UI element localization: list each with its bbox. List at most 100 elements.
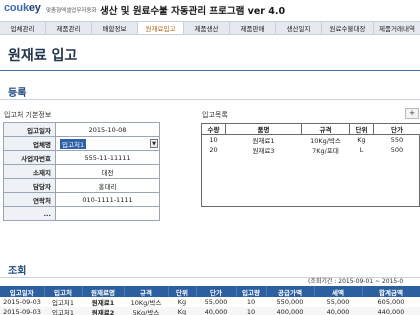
cell-price: 55,000 <box>196 297 236 307</box>
brand-logo: coukey <box>4 2 41 14</box>
col-qty: 수량 <box>201 123 226 135</box>
form-row-phone: 연락처 010-1111-1111 <box>3 192 160 207</box>
item-name[interactable]: 원재료1 <box>226 135 302 145</box>
company-name-label: 업체명 <box>3 136 56 151</box>
cell-supplier: 입고처1 <box>44 297 82 307</box>
app-title: 생산 및 원료수불 자동관리 프로그램 ver 4.0 <box>100 6 286 17</box>
supplier-form: 입고일자 2015-10-08 업체명 입고처1 ▼ 사업자번호 555-11-… <box>3 122 160 221</box>
title-divider <box>0 70 420 71</box>
form-row-contact-person: 담당자 홍대리 <box>3 178 160 193</box>
item-qty[interactable]: 20 <box>202 145 226 155</box>
business-number-label: 사업자번호 <box>3 150 56 165</box>
cell-supply: 550,000 <box>266 297 314 307</box>
cell-unit: Kg <box>168 297 196 307</box>
chevron-down-icon[interactable]: ▼ <box>150 139 158 148</box>
form-row-date: 입고일자 2015-10-08 <box>3 122 160 137</box>
more-label: ... <box>3 206 56 221</box>
item-spec[interactable]: 10Kg/박스 <box>302 135 350 145</box>
phone-field[interactable]: 010-1111-1111 <box>55 192 160 207</box>
cell-spec: 10Kg/박스 <box>124 297 168 307</box>
form-row-bizno: 사업자번호 555-11-11111 <box>3 150 160 165</box>
cell-qty: 10 <box>236 307 266 315</box>
form-row-company: 업체명 입고처1 ▼ <box>3 136 160 151</box>
cell-material: 원재료2 <box>82 307 124 315</box>
receipt-date-field[interactable]: 2015-10-08 <box>55 122 160 137</box>
item-name[interactable]: 원재료3 <box>226 145 302 155</box>
page-title: 원재료 입고 <box>8 48 78 64</box>
items-grid: 수량 품명 규격 단위 단가 10 원재료1 10Kg/박스 Kg 550 20… <box>201 123 420 155</box>
items-header-row: 수량 품명 규격 단위 단가 <box>201 123 420 135</box>
item-price[interactable]: 500 <box>374 145 420 155</box>
col-unit: 단위 <box>349 123 374 135</box>
more-field[interactable] <box>55 206 160 221</box>
cell-price: 40,000 <box>196 307 236 315</box>
receipt-date-label: 입고일자 <box>3 122 56 137</box>
item-price[interactable]: 550 <box>374 135 420 146</box>
add-item-button[interactable]: + <box>405 108 419 119</box>
form-row-more: ... <box>3 206 160 221</box>
location-field[interactable]: 대전 <box>55 164 160 179</box>
items-heading: 입고목록 <box>202 111 228 119</box>
form-row-location: 소재지 대전 <box>3 164 160 179</box>
cell-spec: 5Kg/박스 <box>124 307 168 315</box>
item-unit[interactable]: L <box>350 145 374 155</box>
cell-supply: 400,000 <box>266 307 314 315</box>
phone-label: 연락처 <box>3 192 56 207</box>
contact-person-label: 담당자 <box>3 178 56 193</box>
history-header-row: 입고일자 입고처 원재료명 규격 단위 단가 입고량 공급가액 세액 합계금액 <box>0 286 420 297</box>
contact-person-field[interactable]: 홍대리 <box>55 178 160 193</box>
register-divider <box>0 99 420 100</box>
cell-qty: 10 <box>236 297 266 307</box>
col-received-qty: 입고량 <box>236 286 267 297</box>
supplier-info-heading: 입고처 기본정보 <box>4 111 52 119</box>
tab-production-log[interactable]: 생산일지 <box>276 22 322 34</box>
cell-tax: 55,000 <box>314 297 362 307</box>
tab-material-ledger[interactable]: 원료수불대장 <box>322 22 374 34</box>
tab-formula[interactable]: 배합정보 <box>92 22 138 34</box>
cell-total: 440,000 <box>362 307 420 315</box>
tab-sales[interactable]: 제품판매 <box>230 22 276 34</box>
col-unit-price: 단가 <box>196 286 237 297</box>
cell-material: 원재료1 <box>82 297 124 307</box>
col-tax: 세액 <box>314 286 363 297</box>
app-header: coukey 맞춤형엑셀업무자동화 생산 및 원료수불 자동관리 프로그램 ve… <box>0 0 420 20</box>
col-unit: 단위 <box>168 286 197 297</box>
item-spec[interactable]: 7Kg/포대 <box>302 145 350 155</box>
brand-tagline: 맞춤형엑셀업무자동화 <box>46 8 97 14</box>
cell-date: 2015-09-03 <box>0 297 44 307</box>
tab-products[interactable]: 제품관리 <box>46 22 92 34</box>
col-spec: 규격 <box>124 286 169 297</box>
search-range-note: (조회기간 : 2015-09-01 ~ 2015-0 <box>308 278 404 285</box>
table-row[interactable]: 2015-09-03 입고처1 원재료2 5Kg/박스 Kg 40,000 10… <box>0 307 420 315</box>
col-receipt-date: 입고일자 <box>0 286 45 297</box>
main-nav: 업체관리 제품관리 배합정보 원재료입고 제품생산 제품판매 생산일지 원료수불… <box>0 21 420 35</box>
col-material-name: 원재료명 <box>82 286 125 297</box>
item-qty[interactable]: 10 <box>202 135 226 146</box>
item-unit[interactable]: Kg <box>350 135 374 146</box>
cell-date: 2015-09-03 <box>0 307 44 315</box>
table-row[interactable]: 2015-09-03 입고처1 원재료1 10Kg/박스 Kg 55,000 1… <box>0 297 420 307</box>
col-unit-price: 단가 <box>373 123 420 135</box>
col-supply-amount: 공급가액 <box>266 286 315 297</box>
tab-company[interactable]: 업체관리 <box>0 22 46 34</box>
col-total: 합계금액 <box>362 286 420 297</box>
cell-unit: Kg <box>168 307 196 315</box>
tab-raw-material-receipt[interactable]: 원재료입고 <box>138 22 184 34</box>
col-supplier: 입고처 <box>44 286 83 297</box>
cell-supplier: 입고처1 <box>44 307 82 315</box>
receipt-history-table: 입고일자 입고처 원재료명 규격 단위 단가 입고량 공급가액 세액 합계금액 … <box>0 286 420 315</box>
tab-production[interactable]: 제품생산 <box>184 22 230 34</box>
item-row[interactable]: 20 원재료3 7Kg/포대 L 500 <box>202 145 420 155</box>
register-heading: 등록 <box>8 88 27 99</box>
cell-total: 605,000 <box>362 297 420 307</box>
item-row[interactable]: 10 원재료1 10Kg/박스 Kg 550 <box>202 135 420 146</box>
tab-product-transactions[interactable]: 제품거래내역 <box>374 22 420 34</box>
col-spec: 규격 <box>301 123 350 135</box>
company-name-select[interactable]: 입고처1 ▼ <box>55 136 160 151</box>
company-name-value: 입고처1 <box>60 138 87 149</box>
cell-tax: 40,000 <box>314 307 362 315</box>
business-number-field[interactable]: 555-11-11111 <box>55 150 160 165</box>
col-item-name: 품명 <box>225 123 302 135</box>
location-label: 소재지 <box>3 164 56 179</box>
search-heading: 조회 <box>8 266 27 277</box>
